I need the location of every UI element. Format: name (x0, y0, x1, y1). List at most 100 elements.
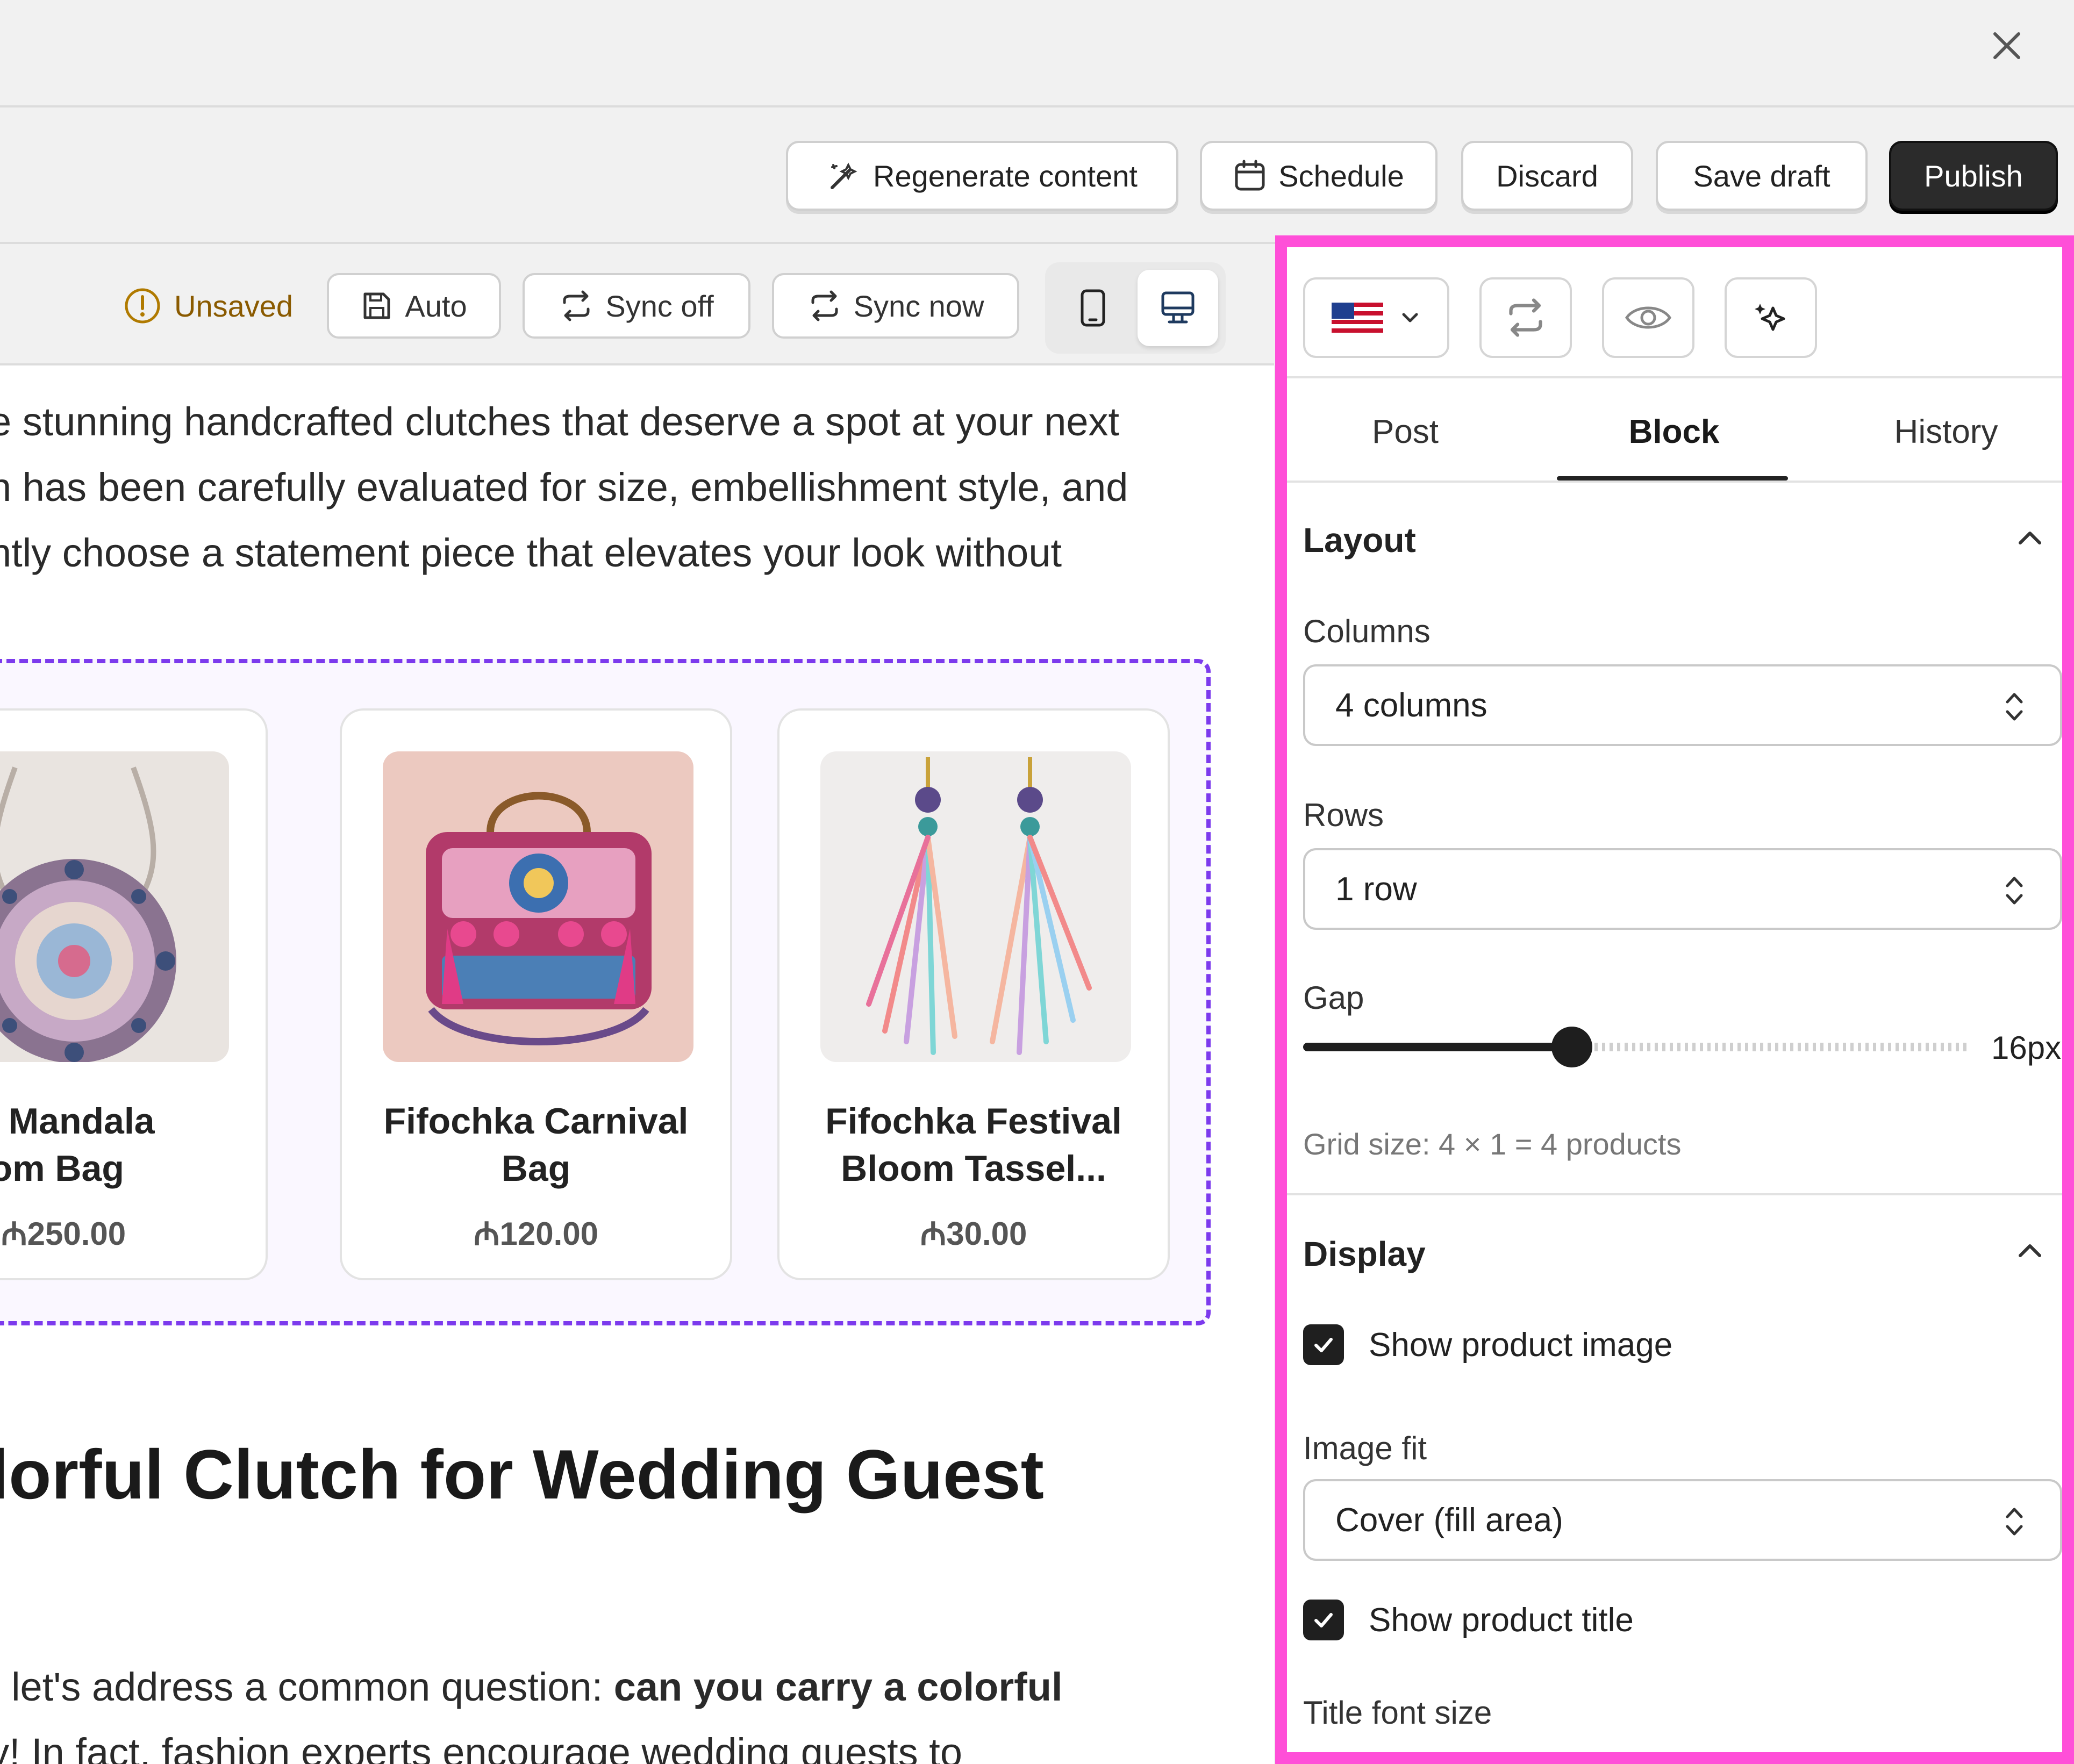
rows-select[interactable]: 1 row (1303, 848, 2062, 930)
layout-section-title: Layout (1303, 521, 1416, 560)
rows-label: Rows (1303, 797, 1384, 833)
swap-block-button[interactable] (1479, 277, 1572, 358)
product-title-line2: Bloom Bag (0, 1148, 124, 1189)
product-price: ₼250.00 (1, 1216, 126, 1252)
check-icon (1314, 1613, 1333, 1627)
product-title-line2: Bag (501, 1148, 571, 1189)
intro-line-1: e stunning handcrafted clutches that des… (0, 399, 1120, 444)
body-line-2: y! In fact, fashion experts encourage we… (0, 1730, 963, 1764)
sparkle-icon (1755, 304, 1785, 331)
gap-label: Gap (1303, 980, 1364, 1016)
active-tab-indicator (1557, 476, 1788, 481)
warning-icon (125, 288, 160, 324)
rows-value: 1 row (1335, 870, 1417, 908)
up-down-arrows-icon (2006, 877, 2023, 905)
editor-area: Unsaved Auto Sync off Sync now e stunnin… (0, 246, 1274, 1764)
section-heading: lorful Clutch for Wedding Guest (0, 1435, 1044, 1514)
save-draft-label: Save draft (1693, 159, 1830, 193)
regenerate-content-button[interactable]: Regenerate content (786, 141, 1178, 211)
image-fit-label: Image fit (1303, 1430, 1427, 1466)
editor-bar: Unsaved Auto Sync off Sync now (0, 246, 1274, 365)
action-toolbar: Regenerate content Schedule Discard Save… (0, 110, 2074, 244)
product-card[interactable]: Fifochka Festival Bloom Tassel... ₼30.00 (777, 708, 1170, 1280)
desktop-icon (1161, 291, 1195, 324)
block-settings-panel: Post Block History Layout Columns 4 colu… (1275, 235, 2074, 1764)
preview-button[interactable] (1602, 277, 1694, 358)
display-section-title: Display (1303, 1235, 1426, 1273)
sync-off-label: Sync off (605, 289, 714, 323)
product-card[interactable]: Fifochka Carnival Bag ₼120.00 (340, 708, 732, 1280)
desktop-view-button[interactable] (1138, 270, 1218, 346)
product-title-line1: Fifochka Carnival (383, 1101, 689, 1142)
panel-tabs: Post Block History (1287, 381, 2062, 483)
mobile-view-button[interactable] (1053, 270, 1133, 346)
sync-icon (811, 290, 838, 321)
body-line-1-bold: can you carry a colorful (613, 1665, 1063, 1709)
gap-slider-fill (1303, 1043, 1572, 1051)
sync-off-button[interactable]: Sync off (523, 273, 750, 339)
intro-line-2: n has been carefully evaluated for size,… (0, 465, 1128, 510)
swap-icon (1509, 298, 1542, 337)
schedule-label: Schedule (1278, 159, 1404, 193)
show-product-image-checkbox[interactable]: Show product image (1303, 1324, 1672, 1365)
product-title-line2: Bloom Tassel... (841, 1148, 1106, 1189)
show-product-title-label: Show product title (1369, 1601, 1634, 1639)
product-image (820, 751, 1131, 1062)
language-selector[interactable] (1303, 277, 1449, 358)
sync-icon (563, 290, 590, 321)
chevron-down-icon (1402, 313, 1418, 322)
publish-button[interactable]: Publish (1889, 141, 2058, 211)
device-toggle (1045, 262, 1226, 354)
title-font-size-label: Title font size (1303, 1695, 1492, 1731)
product-title: Fifochka Carnival Bag (353, 1098, 719, 1192)
auto-label: Auto (405, 289, 467, 323)
auto-save-button[interactable]: Auto (327, 273, 501, 339)
magic-wand-icon (831, 162, 857, 189)
schedule-button[interactable]: Schedule (1200, 141, 1438, 211)
mobile-icon (1081, 289, 1105, 327)
grid-size-hint: Grid size: 4 × 1 = 4 products (1303, 1127, 1682, 1161)
checkbox[interactable] (1303, 1324, 1344, 1365)
intro-line-3: ntly choose a statement piece that eleva… (0, 530, 1062, 575)
show-product-image-label: Show product image (1369, 1326, 1673, 1364)
panel-toolbar (1287, 247, 2062, 378)
image-fit-select[interactable]: Cover (fill area) (1303, 1479, 2062, 1561)
image-fit-value: Cover (fill area) (1335, 1501, 1563, 1539)
discard-button[interactable]: Discard (1461, 141, 1633, 211)
close-icon (1993, 32, 2020, 59)
columns-select[interactable]: 4 columns (1303, 664, 2062, 746)
product-price: ₼120.00 (473, 1216, 599, 1252)
tab-post[interactable]: Post (1287, 381, 1524, 483)
close-button[interactable] (1983, 21, 2031, 70)
body-line-1: , let's address a common question: can y… (0, 1654, 1063, 1720)
gap-slider-thumb[interactable] (1551, 1027, 1592, 1067)
up-down-arrows-icon (2006, 1508, 2023, 1536)
product-title-line1: Fifochka Festival (825, 1101, 1122, 1142)
publish-label: Publish (1924, 159, 2023, 193)
ai-assist-button[interactable] (1725, 277, 1817, 358)
up-down-arrows-icon (2006, 693, 2023, 721)
sync-now-button[interactable]: Sync now (772, 273, 1019, 339)
save-draft-button[interactable]: Save draft (1656, 141, 1868, 211)
product-price: ₼30.00 (920, 1216, 1027, 1252)
product-image (383, 751, 693, 1062)
body-line-1-text: , let's address a common question: (0, 1665, 614, 1709)
chevron-up-icon[interactable] (2014, 521, 2046, 554)
check-icon (1314, 1338, 1333, 1352)
product-title: oho Mandala Bloom Bag (0, 1098, 255, 1192)
show-product-title-checkbox[interactable]: Show product title (1303, 1600, 1634, 1640)
tab-history[interactable]: History (1828, 381, 2064, 483)
chevron-up-icon[interactable] (2014, 1234, 2046, 1266)
product-grid-block[interactable]: oho Mandala Bloom Bag ₼250.00 (0, 659, 1211, 1325)
tab-block[interactable]: Block (1556, 381, 1792, 483)
us-flag-icon (1332, 303, 1383, 333)
columns-value: 4 columns (1335, 686, 1487, 724)
product-card[interactable]: oho Mandala Bloom Bag ₼250.00 (0, 708, 268, 1280)
product-title-line1: oho Mandala (0, 1101, 155, 1142)
gap-slider-track[interactable] (1572, 1043, 1970, 1051)
product-image (0, 751, 229, 1062)
checkbox[interactable] (1303, 1600, 1344, 1640)
discard-label: Discard (1496, 159, 1598, 193)
section-divider (1287, 1193, 2062, 1195)
eye-icon (1625, 306, 1672, 329)
